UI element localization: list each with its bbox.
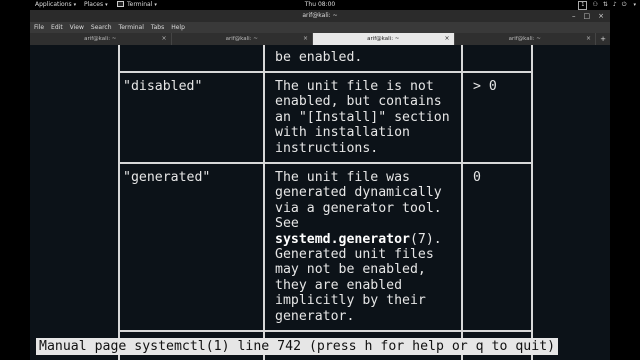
menu-terminal[interactable]: Terminal xyxy=(119,22,144,33)
table-border xyxy=(461,45,463,360)
table-border xyxy=(118,45,120,360)
minimize-button[interactable]: – xyxy=(572,10,576,22)
menu-search[interactable]: Search xyxy=(91,22,112,33)
system-tray[interactable]: 1 ⚇ ⇅ ♪ ⏻ ▾ xyxy=(578,0,636,10)
clock[interactable]: Thu 08:00 xyxy=(0,0,640,10)
top-panel: Applications ▾ Places ▾ Terminal ▾ Thu 08:0… xyxy=(0,0,640,10)
table-cell: The unit file was generated dynamically … xyxy=(275,170,442,324)
table-cell: 0 xyxy=(473,170,481,185)
table-border xyxy=(263,45,265,360)
menu-tabs[interactable]: Tabs xyxy=(151,22,164,33)
volume-icon[interactable]: ♪ xyxy=(613,0,617,10)
cell-text: Generated unit files may not be enabled,… xyxy=(275,247,434,324)
tab-bar: arif@kali: ~ × arif@kali: ~ × arif@kali: ~… xyxy=(30,33,610,45)
menu-view[interactable]: View xyxy=(70,22,84,33)
power-icon[interactable]: ⏻ xyxy=(622,0,627,10)
table-cell: The unit file is not enabled, but contai… xyxy=(275,79,450,156)
tab-label: arif@kali: ~ xyxy=(508,36,541,42)
chevron-down-icon[interactable]: ▾ xyxy=(633,0,636,10)
menu-file[interactable]: File xyxy=(34,22,44,33)
close-icon[interactable]: × xyxy=(444,33,449,45)
tab-label: arif@kali: ~ xyxy=(367,36,400,42)
close-icon[interactable]: × xyxy=(161,33,166,45)
terminal-tab[interactable]: arif@kali: ~ × xyxy=(30,33,172,45)
close-button[interactable]: × xyxy=(598,10,604,22)
window-title: arif@kali: ~ xyxy=(302,12,338,19)
cell-text: (7). xyxy=(409,231,442,247)
table-rule xyxy=(118,162,533,164)
terminal-view[interactable]: be enabled. "disabled" The unit file is … xyxy=(30,45,610,360)
table-rule xyxy=(118,71,533,73)
terminal-tab[interactable]: arif@kali: ~ × xyxy=(172,33,313,45)
workspace-badge[interactable]: 1 xyxy=(578,0,588,10)
network-icon[interactable]: ⇅ xyxy=(603,0,608,10)
terminal-tab-active[interactable]: arif@kali: ~ × xyxy=(313,33,455,45)
table-cell: > 0 xyxy=(473,79,497,94)
maximize-button[interactable]: □ xyxy=(584,10,591,22)
window-titlebar[interactable]: arif@kali: ~ – □ × xyxy=(30,10,610,22)
table-cell: "disabled" xyxy=(123,79,203,94)
menu-help[interactable]: Help xyxy=(171,22,185,33)
table-cell: "generated" xyxy=(123,170,211,185)
close-icon[interactable]: × xyxy=(303,33,308,45)
menu-edit[interactable]: Edit xyxy=(51,22,63,33)
tab-label: arif@kali: ~ xyxy=(225,36,258,42)
new-tab-button[interactable]: + xyxy=(596,33,610,45)
cell-text: The unit file was generated dynamically … xyxy=(275,170,442,232)
tab-label: arif@kali: ~ xyxy=(84,36,117,42)
table-rule xyxy=(118,330,533,332)
close-icon[interactable]: × xyxy=(586,33,591,45)
accessibility-icon[interactable]: ⚇ xyxy=(592,0,597,10)
menu-bar: File Edit View Search Terminal Tabs Help xyxy=(30,22,610,33)
table-cell: be enabled. xyxy=(275,50,363,65)
table-border xyxy=(531,45,533,360)
manpage-reference: systemd.generator xyxy=(275,231,410,247)
terminal-tab[interactable]: arif@kali: ~ × xyxy=(455,33,596,45)
pager-status-line: Manual page systemctl(1) line 742 (press… xyxy=(36,338,559,355)
